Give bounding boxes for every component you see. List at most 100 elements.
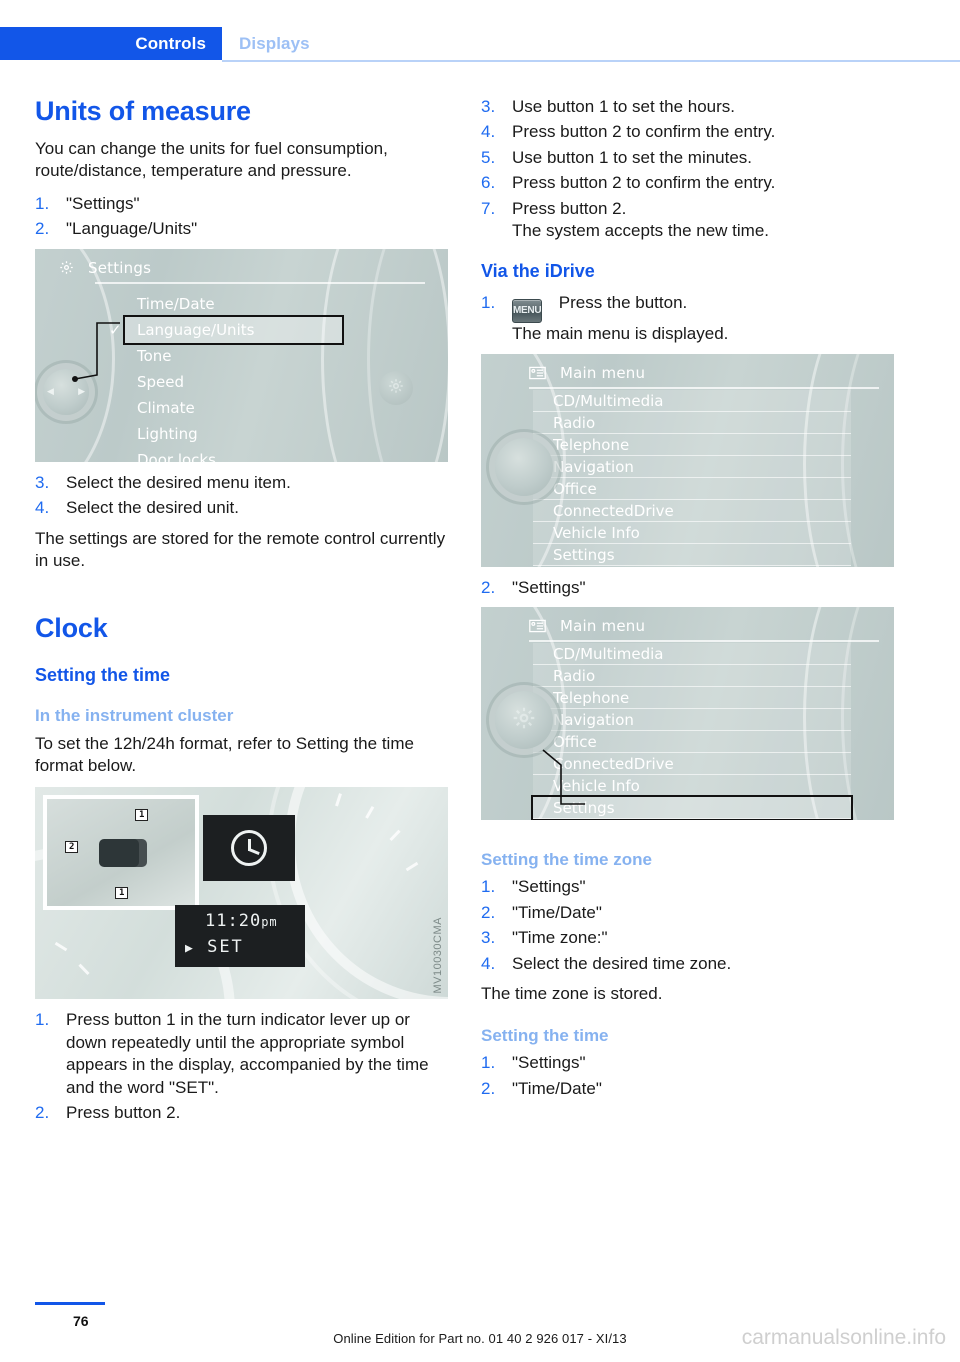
menu-item-radio[interactable]: Radio — [533, 411, 851, 434]
screen-title-row: Main menu — [529, 364, 645, 384]
steps-idrive: 1. MENU Press the button. The main menu … — [481, 292, 894, 345]
idrive-controller-knob[interactable] — [495, 437, 553, 496]
step-number: 4. — [35, 498, 50, 518]
steps-cluster: 1. Press button 1 in the turn indicator … — [35, 1009, 448, 1124]
play-triangle-icon: ▶ — [185, 941, 195, 957]
list-item: 7. Press button 2. The system accepts th… — [481, 198, 894, 243]
site-watermark: carmanualsonline.info — [741, 1326, 946, 1349]
lcd-time-readout: 11:20pm — [205, 911, 278, 931]
lcd-set-row: ▶ SET — [185, 937, 244, 957]
step-note: The main menu is displayed. — [512, 324, 729, 344]
menu-item-label: Radio — [553, 413, 596, 432]
menu-item-telephone[interactable]: Telephone — [533, 433, 851, 456]
tabbar-underline — [222, 60, 960, 62]
list-item: 2. "Time/Date" — [481, 1078, 894, 1100]
photo-reference-code: MV10030CMA — [432, 916, 444, 994]
step-text: Press button 2 to confirm the entry. — [512, 173, 776, 193]
step-number: 6. — [481, 173, 496, 193]
step-number: 4. — [481, 122, 496, 142]
intro-paragraph: You can change the units for fuel consum… — [35, 139, 388, 181]
step-number: 2. — [35, 1103, 50, 1123]
step-text: "Settings" — [66, 193, 140, 213]
cluster-intro-text: To set the 12h/24h format, refer to Sett… — [35, 733, 414, 776]
step-text: "Time/Date" — [512, 1078, 602, 1098]
tab-displays[interactable]: Displays — [222, 27, 960, 60]
list-item: 3. "Time zone:" — [481, 927, 894, 949]
section-tabbar: Controls Displays — [0, 27, 960, 60]
steps-timezone: 1. "Settings" 2. "Time/Date" 3. "Time zo… — [481, 876, 894, 975]
menu-item-label: Vehicle Info — [553, 523, 640, 542]
list-icon — [529, 366, 546, 384]
lever-body — [99, 839, 147, 868]
left-column: Units of measure You can change the unit… — [35, 96, 448, 1133]
steps-settime: 1. "Settings" 2. "Time/Date" — [481, 1052, 894, 1100]
menu-item-label: Office — [553, 479, 597, 498]
menu-gear-button[interactable] — [379, 370, 413, 405]
step-number: 4. — [481, 953, 496, 973]
list-item: 4. Select the desired time zone. — [481, 953, 894, 975]
menu-item-settings[interactable]: Settings — [533, 543, 851, 566]
lcd-meridiem: pm — [261, 915, 278, 930]
menu-item-office[interactable]: Office — [533, 477, 851, 500]
callout-2-left: 2 — [65, 841, 79, 854]
main-menu-list: CD/Multimedia Radio Telephone Navigation… — [533, 389, 851, 566]
instrument-cluster-image: 1 2 1 11:20pm ▶ SET MV10030CMA — [35, 787, 448, 1000]
heading-instrument-cluster: In the instrument cluster — [35, 706, 234, 726]
menu-item-label: Settings — [553, 545, 615, 564]
cluster-lcd-symbol — [203, 815, 295, 882]
page-title: Units of measure — [35, 96, 251, 126]
menu-item-connecteddrive[interactable]: ConnectedDrive — [533, 499, 851, 522]
clock-icon — [231, 830, 267, 867]
tab-controls-label: Controls — [135, 33, 206, 53]
step-text: "Settings" — [512, 877, 586, 897]
list-item: 1. Press button 1 in the turn indicator … — [35, 1009, 448, 1099]
list-item: 2. "Time/Date" — [481, 902, 894, 924]
turn-indicator-lever-inset: 1 2 1 — [43, 795, 199, 911]
step-number: 1. — [35, 1010, 50, 1030]
menu-item-vehicle-info[interactable]: Vehicle Info — [533, 521, 851, 544]
steps-cluster-continued: 3. Use button 1 to set the hours. 4. Pre… — [481, 96, 894, 243]
section-title-clock: Clock — [35, 612, 108, 643]
step-text: Press the button. — [558, 293, 688, 313]
menu-item-label: Navigation — [553, 457, 634, 476]
menu-item-cd-multimedia[interactable]: CD/Multimedia — [533, 389, 851, 412]
cluster-lcd-time: 11:20pm ▶ SET — [175, 905, 305, 968]
step-number: 2. — [481, 577, 496, 597]
step-text: "Language/Units" — [66, 219, 198, 239]
list-item: 1. "Settings" — [35, 193, 448, 215]
list-item: 1. "Settings" — [481, 1052, 894, 1074]
menu-item-navigation[interactable]: Navigation — [533, 455, 851, 478]
manual-page: Controls Displays Units of measure You c… — [0, 0, 960, 1362]
step-text: Press button 2. — [512, 198, 627, 218]
heading-setting-time-zone: Setting the time zone — [481, 850, 652, 870]
menu-item-label: CD/Multimedia — [553, 391, 664, 410]
list-item: 4. Press button 2 to confirm the entry. — [481, 121, 894, 143]
step-text: "Time/Date" — [512, 902, 602, 922]
lcd-set-label: SET — [207, 937, 244, 958]
step-number: 3. — [481, 97, 496, 116]
tab-displays-label: Displays — [239, 33, 310, 53]
step-number: 1. — [481, 293, 496, 313]
step-number: 2. — [481, 1078, 496, 1098]
list-item: 2. Press button 2. — [35, 1102, 448, 1124]
menu-button-icon[interactable]: MENU — [512, 299, 542, 324]
main-menu-screen-2: Main menu CD/Multimedia Radio Telephone … — [481, 607, 894, 821]
step-number: 7. — [481, 198, 496, 218]
step-number: 1. — [35, 193, 50, 213]
list-item: 5. Use button 1 to set the minutes. — [481, 147, 894, 169]
lcd-time-value: 11:20 — [205, 911, 262, 932]
page-number: 76 — [73, 1313, 89, 1329]
right-column: 3. Use button 1 to set the hours. 4. Pre… — [481, 96, 894, 1108]
steps-units: 1. "Settings" 2. "Language/Units" — [35, 193, 448, 241]
step-number: 3. — [481, 928, 496, 948]
list-item: 1. "Settings" — [481, 876, 894, 898]
step-text: Select the desired time zone. — [512, 953, 732, 973]
timezone-stored-note: The time zone is stored. — [481, 984, 663, 1004]
tab-controls[interactable]: Controls — [0, 27, 222, 60]
units-stored-note: The settings are stored for the remote c… — [35, 528, 446, 571]
list-item: 2. "Language/Units" — [35, 218, 448, 240]
callout-1-bottom: 1 — [115, 887, 129, 900]
